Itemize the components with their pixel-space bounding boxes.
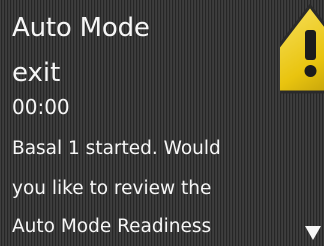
scroll-down-arrow-icon[interactable] [304, 224, 322, 242]
alert-message-line-1: Basal 1 started. Would [12, 138, 221, 159]
warning-triangle-icon [280, 4, 324, 94]
alert-screen: Auto Mode exit 00:00 Basal 1 started. Wo… [0, 0, 324, 246]
alert-title-line-1: Auto Mode [12, 13, 150, 43]
alert-message-line-2: you like to review the [12, 178, 212, 199]
alert-title-line-2: exit [12, 58, 61, 88]
alert-time: 00:00 [12, 95, 70, 119]
alert-message-line-3: Auto Mode Readiness [12, 216, 212, 237]
